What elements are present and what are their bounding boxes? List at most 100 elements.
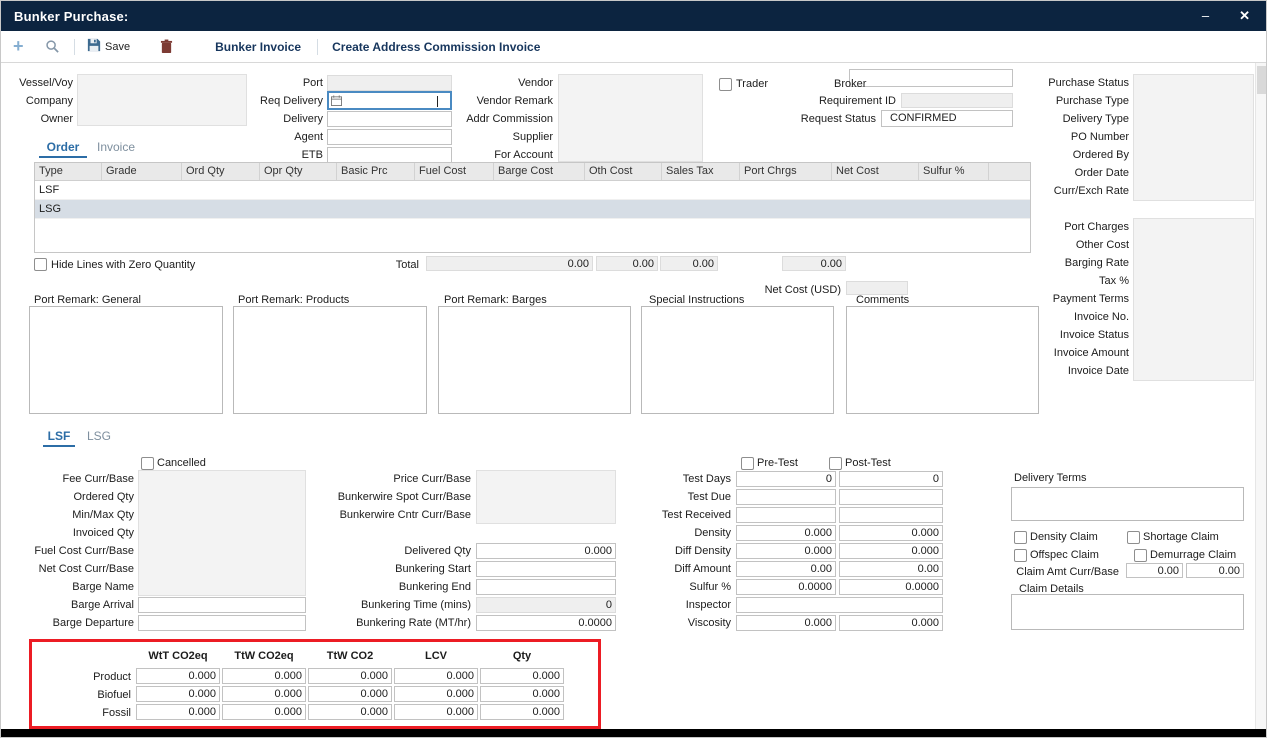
- claim-amt-field-2[interactable]: 0.00: [1186, 563, 1244, 578]
- viscosity-field-1[interactable]: 0.000: [736, 615, 836, 631]
- tab-lsg[interactable]: LSG: [83, 429, 115, 445]
- hide-zero-quantity-checkbox[interactable]: [34, 258, 47, 271]
- tab-invoice[interactable]: Invoice: [91, 140, 141, 156]
- cancelled-checkbox[interactable]: [141, 457, 154, 470]
- table-row[interactable]: LSF: [35, 181, 1030, 200]
- sulfur-field-1[interactable]: 0.0000: [736, 579, 836, 595]
- delivery-field[interactable]: [327, 111, 452, 127]
- tab-lsf[interactable]: LSF: [43, 429, 75, 447]
- inspector-field[interactable]: [736, 597, 943, 613]
- port-remark-barges-textarea[interactable]: [438, 306, 631, 414]
- column-header[interactable]: Net Cost: [832, 163, 919, 180]
- delete-icon[interactable]: [160, 39, 173, 54]
- column-header[interactable]: Basic Prc: [337, 163, 415, 180]
- diff-amount-field-1[interactable]: 0.00: [736, 561, 836, 577]
- test-due-field-2[interactable]: [839, 489, 943, 505]
- save-icon: [87, 38, 101, 55]
- test-received-field-2[interactable]: [839, 507, 943, 523]
- co2-value-field[interactable]: 0.000: [394, 704, 478, 720]
- column-header[interactable]: Grade: [102, 163, 182, 180]
- density-claim-label: Density Claim: [1030, 529, 1098, 545]
- request-status-field[interactable]: CONFIRMED: [881, 110, 1013, 127]
- add-icon[interactable]: +: [13, 36, 29, 57]
- density-field-1[interactable]: 0.000: [736, 525, 836, 541]
- density-field-2[interactable]: 0.000: [839, 525, 943, 541]
- claim-amt-field-1[interactable]: 0.00: [1126, 563, 1183, 578]
- test-due-field-1[interactable]: [736, 489, 836, 505]
- column-header[interactable]: Type: [35, 163, 102, 180]
- test-days-field-2[interactable]: 0: [839, 471, 943, 487]
- calendar-icon[interactable]: [331, 95, 342, 106]
- column-header[interactable]: Fuel Cost: [415, 163, 494, 180]
- co2-value-field[interactable]: 0.000: [480, 668, 564, 684]
- co2-value-field[interactable]: 0.000: [136, 686, 220, 702]
- barge-departure-field[interactable]: [138, 615, 306, 631]
- bunkering-start-field[interactable]: [476, 561, 616, 577]
- trader-checkbox[interactable]: [719, 78, 732, 91]
- co2-value-field[interactable]: 0.000: [308, 668, 392, 684]
- column-header[interactable]: Ord Qty: [182, 163, 260, 180]
- vertical-scrollbar[interactable]: [1255, 63, 1267, 729]
- co2-value-field[interactable]: 0.000: [136, 668, 220, 684]
- create-commission-invoice-button[interactable]: Create Address Commission Invoice: [332, 40, 540, 54]
- column-header[interactable]: Sales Tax: [662, 163, 740, 180]
- post-test-checkbox[interactable]: [829, 457, 842, 470]
- bunkering-rate-field[interactable]: 0.0000: [476, 615, 616, 631]
- agent-field[interactable]: [327, 129, 452, 145]
- co2-value-field[interactable]: 0.000: [480, 686, 564, 702]
- bunkering-end-field[interactable]: [476, 579, 616, 595]
- scrollbar-thumb[interactable]: [1257, 66, 1267, 94]
- special-instructions-textarea[interactable]: [641, 306, 834, 414]
- co2-value-field[interactable]: 0.000: [222, 686, 306, 702]
- delivered-qty-field[interactable]: 0.000: [476, 543, 616, 559]
- co2-value-field[interactable]: 0.000: [308, 704, 392, 720]
- form-label: Order Date: [1021, 164, 1129, 182]
- sulfur-field-2[interactable]: 0.0000: [839, 579, 943, 595]
- co2-value-field[interactable]: 0.000: [394, 686, 478, 702]
- port-remark-products-textarea[interactable]: [233, 306, 427, 414]
- pre-test-checkbox[interactable]: [741, 457, 754, 470]
- co2-value-field[interactable]: 0.000: [136, 704, 220, 720]
- search-icon[interactable]: [45, 39, 60, 54]
- close-icon[interactable]: ✕: [1239, 1, 1250, 31]
- demurrage-claim-checkbox[interactable]: [1134, 549, 1147, 562]
- row-type-cell: LSG: [39, 203, 61, 215]
- cancelled-label: Cancelled: [157, 455, 206, 471]
- diff-density-field-2[interactable]: 0.000: [839, 543, 943, 559]
- delivery-terms-textarea[interactable]: [1011, 487, 1244, 521]
- broker-field[interactable]: [849, 69, 1013, 87]
- etb-field[interactable]: [327, 147, 452, 163]
- bunker-invoice-button[interactable]: Bunker Invoice: [215, 40, 301, 54]
- column-header[interactable]: Sulfur %: [919, 163, 989, 180]
- column-header[interactable]: Oth Cost: [585, 163, 662, 180]
- tab-order[interactable]: Order: [39, 140, 87, 158]
- port-remark-general-textarea[interactable]: [29, 306, 223, 414]
- co2-product-label: Product: [61, 669, 131, 685]
- test-days-field-1[interactable]: 0: [736, 471, 836, 487]
- column-header[interactable]: Opr Qty: [260, 163, 337, 180]
- table-row-selected[interactable]: LSG: [35, 200, 1030, 219]
- column-header[interactable]: Barge Cost: [494, 163, 585, 180]
- save-button[interactable]: Save: [87, 38, 130, 55]
- column-header[interactable]: Port Chrgs: [740, 163, 832, 180]
- diff-density-field-1[interactable]: 0.000: [736, 543, 836, 559]
- form-label: Port Charges: [1021, 218, 1129, 236]
- form-label: Port: [231, 74, 323, 92]
- comments-textarea[interactable]: [846, 306, 1039, 414]
- req-delivery-field[interactable]: [327, 91, 452, 110]
- minimize-icon[interactable]: –: [1202, 1, 1209, 31]
- co2-value-field[interactable]: 0.000: [222, 704, 306, 720]
- offspec-claim-checkbox[interactable]: [1014, 549, 1027, 562]
- shortage-claim-checkbox[interactable]: [1127, 531, 1140, 544]
- co2-value-field[interactable]: 0.000: [222, 668, 306, 684]
- co2-value-field[interactable]: 0.000: [480, 704, 564, 720]
- co2-value-field[interactable]: 0.000: [394, 668, 478, 684]
- test-received-field-1[interactable]: [736, 507, 836, 523]
- co2-value-field[interactable]: 0.000: [308, 686, 392, 702]
- form-label: Supplier: [441, 128, 553, 146]
- claim-details-textarea[interactable]: [1011, 594, 1244, 630]
- density-claim-checkbox[interactable]: [1014, 531, 1027, 544]
- viscosity-field-2[interactable]: 0.000: [839, 615, 943, 631]
- barge-arrival-field[interactable]: [138, 597, 306, 613]
- diff-amount-field-2[interactable]: 0.00: [839, 561, 943, 577]
